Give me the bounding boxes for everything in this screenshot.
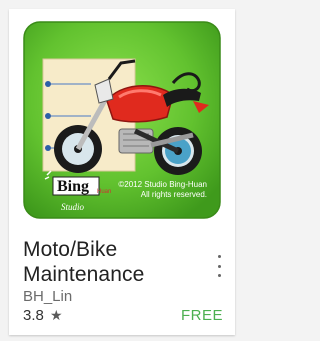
more-vert-icon[interactable]: [214, 255, 224, 277]
star-icon: ★: [50, 307, 63, 323]
price-label: FREE: [180, 307, 223, 324]
svg-text:Studio: Studio: [61, 202, 85, 212]
app-card[interactable]: Bing Huan Studio ©2012 Studio Bing-Huan …: [9, 9, 235, 335]
copyright-line2: All rights reserved.: [141, 190, 207, 199]
rating: 3.8 ★: [23, 307, 63, 324]
app-title[interactable]: Moto/Bike Maintenance: [23, 237, 193, 287]
developer-name[interactable]: BH_Lin: [23, 288, 72, 305]
svg-text:Bing: Bing: [57, 178, 89, 195]
motorbike-maintenance-logo: Bing Huan Studio ©2012 Studio Bing-Huan …: [23, 21, 221, 219]
app-icon[interactable]: Bing Huan Studio ©2012 Studio Bing-Huan …: [23, 21, 221, 219]
copyright-line1: ©2012 Studio Bing-Huan: [118, 180, 207, 189]
svg-text:Huan: Huan: [97, 189, 111, 195]
rating-value: 3.8: [23, 307, 44, 324]
